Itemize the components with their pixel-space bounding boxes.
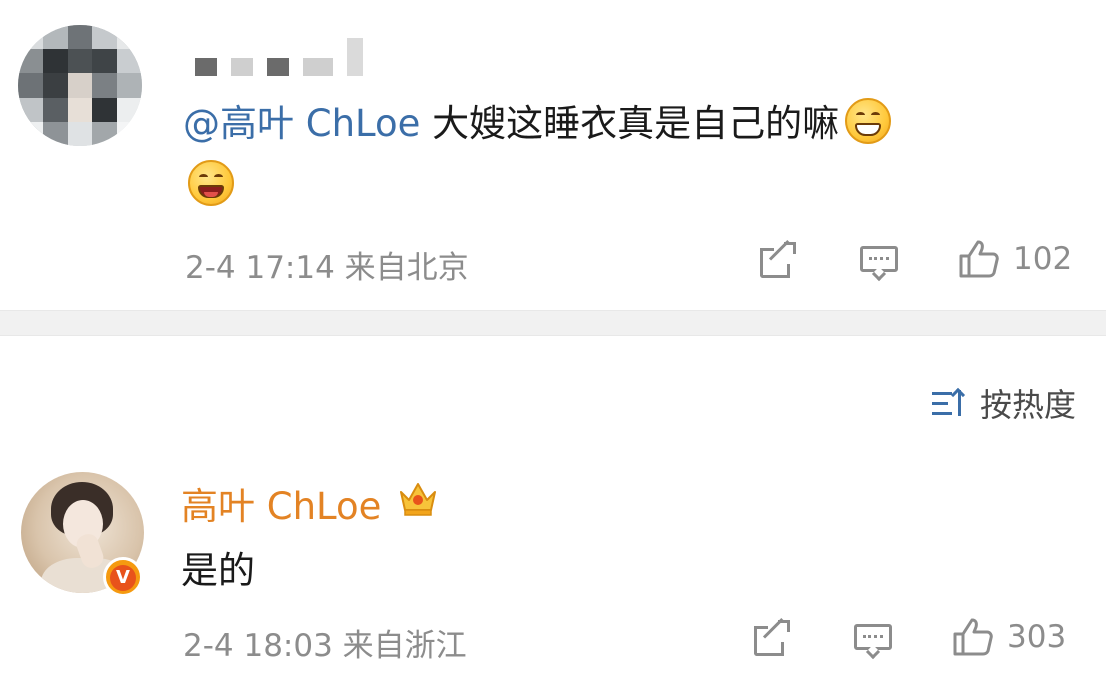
share-icon: [752, 618, 790, 658]
mask-block: [267, 58, 289, 76]
comment-icon: [859, 242, 899, 282]
comment-icon: [853, 620, 893, 660]
crown-icon: [400, 483, 436, 516]
comment-1-body: 大嫂这睡衣真是自己的嘛: [420, 102, 840, 145]
share-button[interactable]: [758, 240, 796, 280]
mask-block: [231, 58, 253, 76]
sort-icon: [931, 386, 968, 420]
thumbs-up-icon: [951, 616, 995, 658]
avatar-mosaic: [18, 25, 142, 146]
reply-button[interactable]: [859, 242, 899, 282]
reply-button[interactable]: [853, 620, 893, 660]
emoji-row: [188, 160, 234, 206]
comment-1-text: @高叶 ChLoe 大嫂这睡衣真是自己的嘛: [183, 98, 1063, 148]
thumbs-up-icon: [957, 238, 1001, 280]
laughing-emoji-icon: [188, 160, 234, 206]
grinning-emoji-icon: [845, 98, 892, 144]
mask-block: [347, 38, 363, 76]
commenter-avatar-pixelated[interactable]: [18, 25, 142, 146]
mask-block: [303, 58, 333, 76]
like-button[interactable]: 102: [957, 238, 1072, 280]
section-divider: [0, 310, 1106, 336]
comments-page: @高叶 ChLoe 大嫂这睡衣真是自己的嘛 2-4 17:14 来自北京 102…: [0, 0, 1106, 694]
share-icon: [758, 240, 796, 280]
mention-link[interactable]: @高叶 ChLoe: [183, 102, 420, 145]
author-name[interactable]: 高叶 ChLoe: [181, 476, 381, 530]
like-count: 102: [1013, 241, 1073, 277]
sort-label: 按热度: [979, 386, 1076, 424]
verified-badge-icon: V: [103, 557, 143, 597]
mask-block: [195, 58, 217, 76]
comment-1-meta: 2-4 17:14 来自北京: [185, 250, 469, 286]
like-count: 303: [1007, 619, 1067, 655]
share-button[interactable]: [752, 618, 790, 658]
like-button[interactable]: 303: [951, 616, 1066, 658]
sort-by-heat-toggle[interactable]: 按热度: [931, 380, 1076, 426]
commenter-username-masked[interactable]: [195, 36, 363, 76]
reply-text: 是的: [181, 549, 255, 592]
comment-2-meta: 2-4 18:03 来自浙江: [183, 628, 467, 664]
